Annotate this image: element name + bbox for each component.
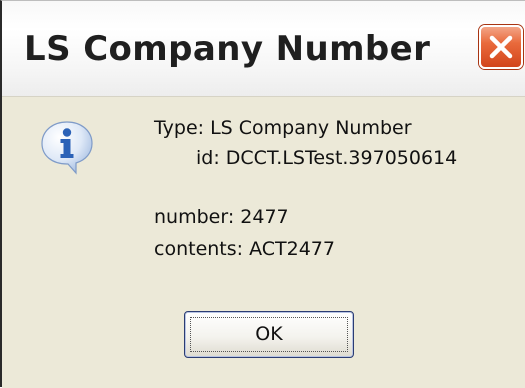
title-bar[interactable]: LS Company Number bbox=[2, 1, 525, 97]
ok-button[interactable]: OK bbox=[184, 311, 354, 358]
message-dialog: LS Company Number Type: LS Company Numbe… bbox=[0, 0, 525, 388]
dialog-title: LS Company Number bbox=[24, 29, 431, 69]
close-button[interactable] bbox=[479, 25, 523, 69]
close-icon bbox=[489, 35, 513, 59]
message-contents: contents: ACT2477 bbox=[154, 238, 335, 260]
ok-button-label: OK bbox=[255, 323, 283, 345]
message-number: number: 2477 bbox=[154, 206, 289, 228]
message-id: id: DCCT.LSTest.397050614 bbox=[196, 147, 458, 169]
message-type: Type: LS Company Number bbox=[154, 117, 412, 139]
info-icon bbox=[38, 118, 96, 176]
